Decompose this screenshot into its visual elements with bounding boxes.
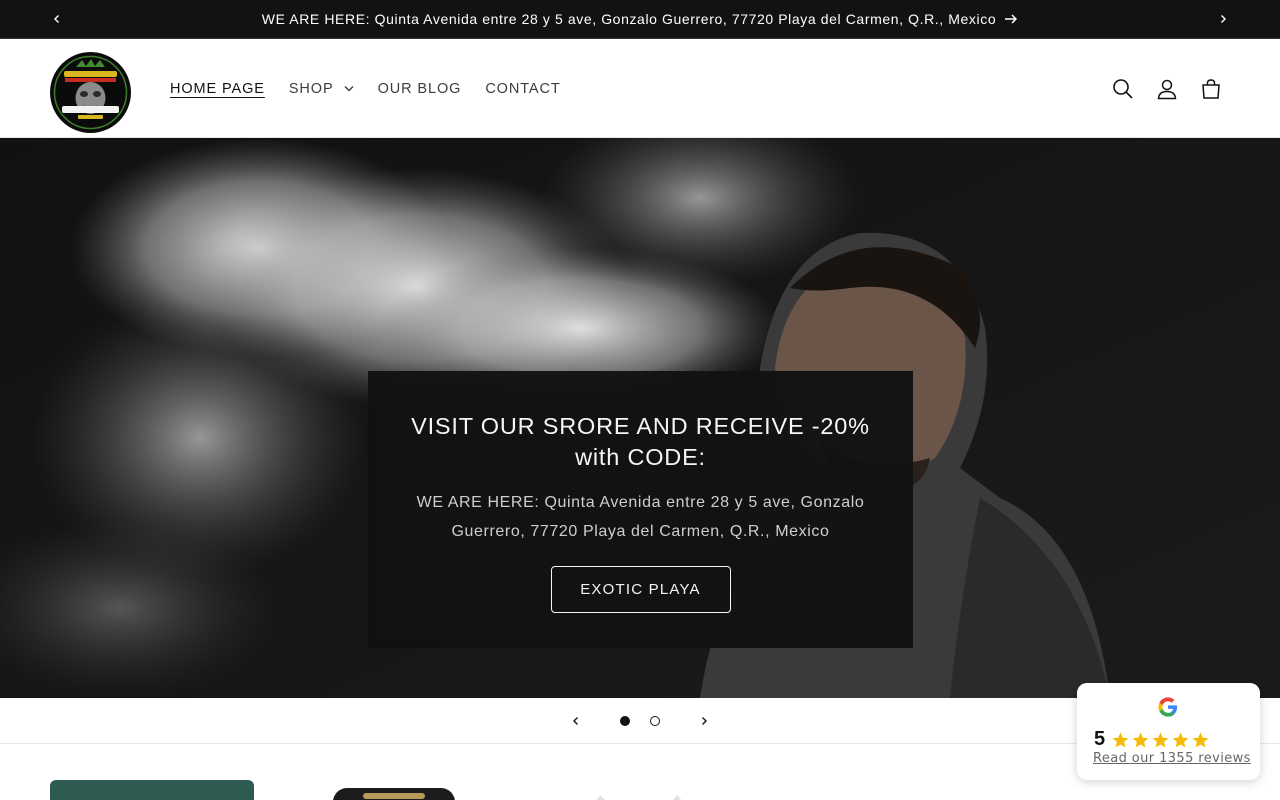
site-header: HOME PAGE SHOP OUR BLOG CONTACT <box>0 39 1280 138</box>
hero-title: VISIT OUR SRORE AND RECEIVE -20% with CO… <box>411 413 870 470</box>
slide-dot-2[interactable] <box>650 716 660 726</box>
announcement-message[interactable]: WE ARE HERE: Quinta Avenida entre 28 y 5… <box>262 11 1018 27</box>
chevron-right-icon <box>1221 15 1226 23</box>
chevron-left-icon <box>54 15 59 23</box>
nav-contact[interactable]: CONTACT <box>473 81 572 97</box>
announcement-bar: WE ARE HERE: Quinta Avenida entre 28 y 5… <box>0 0 1280 39</box>
rating-row: 5 <box>1094 728 1210 751</box>
hero-text: WE ARE HERE: Quinta Avenida entre 28 y 5… <box>416 494 865 540</box>
hero-banner: VISIT OUR SRORE AND RECEIVE -20% with CO… <box>0 138 1280 698</box>
smoke-shop-logo-icon <box>50 52 131 133</box>
product-card-image[interactable] <box>50 780 254 800</box>
cart-button[interactable] <box>1189 67 1233 111</box>
site-logo[interactable] <box>50 52 131 133</box>
account-icon <box>1157 79 1177 99</box>
nav-shop[interactable]: SHOP <box>277 81 366 97</box>
nav-blog-label: OUR BLOG <box>377 80 462 97</box>
product-image <box>337 792 451 800</box>
rating-stars <box>1111 731 1210 749</box>
slide-dot-1[interactable] <box>620 716 630 726</box>
star-icon <box>1192 732 1209 747</box>
nav-contact-label: CONTACT <box>485 80 561 97</box>
announcement-next-button[interactable] <box>1203 0 1243 38</box>
nav-home-label: HOME PAGE <box>170 80 265 97</box>
nav-shop-label: SHOP <box>288 80 334 97</box>
chevron-right-icon <box>702 717 707 725</box>
star-icon <box>1152 732 1169 747</box>
chevron-down-icon <box>344 86 354 92</box>
google-reviews-widget[interactable]: 5 Read our 1355 reviews <box>1077 683 1260 780</box>
rating-value: 5 <box>1094 728 1106 750</box>
main-nav: HOME PAGE SHOP OUR BLOG CONTACT <box>158 39 573 138</box>
slide-prev-button[interactable] <box>564 709 588 733</box>
cart-icon <box>1202 78 1220 99</box>
nav-home-page[interactable]: HOME PAGE <box>158 81 277 97</box>
star-icon <box>1112 732 1129 747</box>
account-button[interactable] <box>1145 67 1189 111</box>
announcement-prev-button[interactable] <box>37 0 77 38</box>
arrow-right-icon <box>1005 14 1018 24</box>
product-card-image[interactable] <box>585 790 695 800</box>
star-icon <box>1172 732 1189 747</box>
hero-content-box: VISIT OUR SRORE AND RECEIVE -20% with CO… <box>368 371 913 648</box>
hero-cta-button[interactable]: EXOTIC PLAYA <box>550 566 731 613</box>
nav-our-blog[interactable]: OUR BLOG <box>366 81 474 97</box>
chevron-left-icon <box>573 717 578 725</box>
header-actions <box>1101 39 1233 138</box>
read-reviews-link[interactable]: Read our 1355 reviews <box>1093 751 1251 766</box>
slide-next-button[interactable] <box>692 709 716 733</box>
product-image <box>596 795 682 800</box>
google-logo-icon <box>1158 697 1178 717</box>
star-icon <box>1132 732 1149 747</box>
search-icon <box>1113 78 1133 99</box>
product-card-image[interactable] <box>333 788 455 800</box>
announcement-text: WE ARE HERE: Quinta Avenida entre 28 y 5… <box>261 11 997 27</box>
search-button[interactable] <box>1101 67 1145 111</box>
